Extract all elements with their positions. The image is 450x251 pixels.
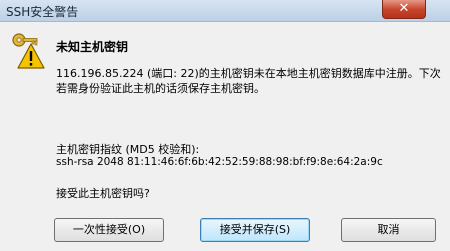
close-icon: ✕ [398,1,410,16]
fingerprint-value: ssh-rsa 2048 81:11:46:6f:6b:42:52:59:88:… [56,156,383,168]
fingerprint-label: 主机密钥指纹 (MD5 校验和): [56,143,200,156]
close-button[interactable]: ✕ [382,0,426,19]
dialog-message: 116.196.85.224 (端口: 22)的主机密钥未在本地主机密钥数据库中… [56,67,441,95]
cancel-button[interactable]: 取消 [341,218,436,242]
window-title: SSH安全警告 [6,5,79,19]
accept-question: 接受此主机密钥吗? [56,187,150,200]
accept-once-button[interactable]: 一次性接受(O) [54,218,164,242]
dialog-heading: 未知主机密钥 [56,40,129,54]
title-bar: SSH安全警告 ✕ [0,0,450,22]
warning-key-icon [10,30,46,70]
accept-and-save-button[interactable]: 接受并保存(S) [200,218,310,242]
dialog-body: 未知主机密钥 116.196.85.224 (端口: 22)的主机密钥未在本地主… [0,22,450,251]
